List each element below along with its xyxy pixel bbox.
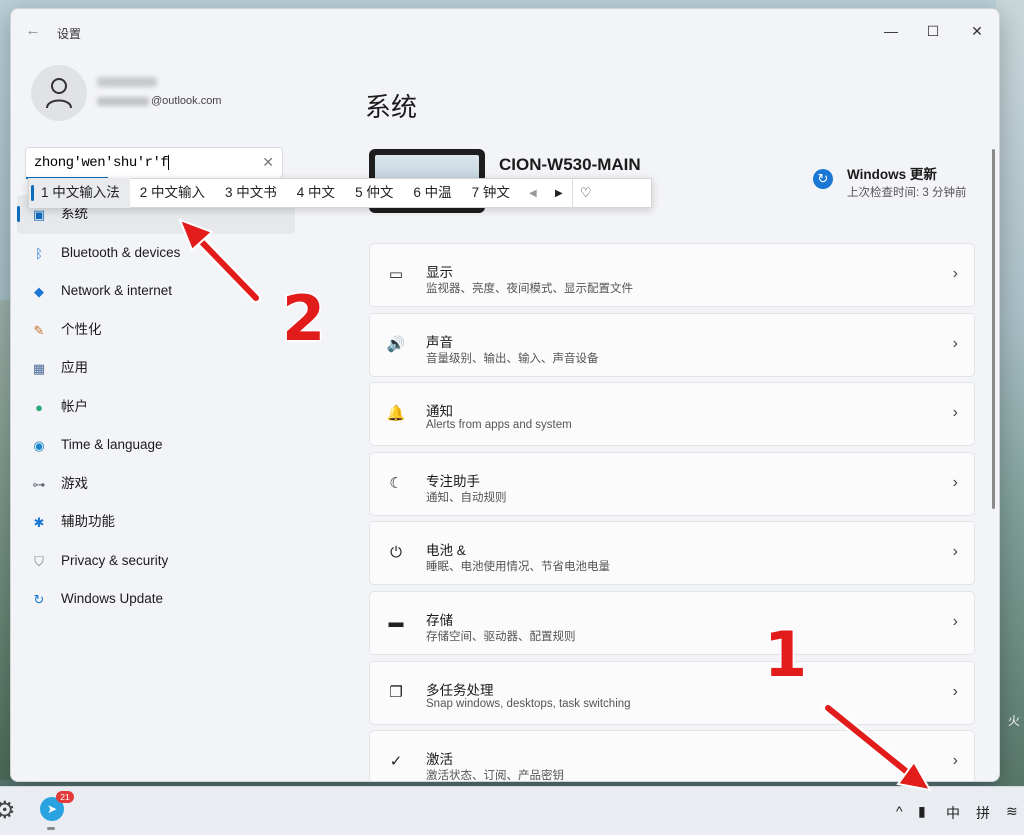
- arrow-to-ime: [178, 218, 262, 304]
- annotation-number-2: 2: [280, 281, 326, 357]
- annotation-arrows: [178, 218, 932, 792]
- annotation-number-1: 1: [762, 617, 808, 693]
- arrow-to-tray: [822, 702, 932, 792]
